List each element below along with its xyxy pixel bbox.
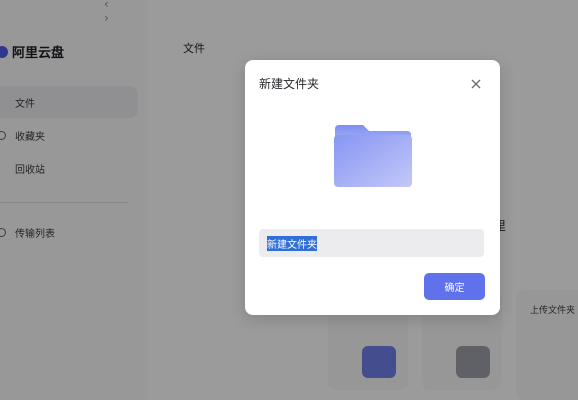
close-button[interactable]	[465, 73, 487, 95]
dialog-title: 新建文件夹	[259, 77, 320, 91]
folder-illustration-icon	[333, 123, 413, 193]
folder-name-input[interactable]	[259, 229, 484, 257]
confirm-button[interactable]: 确定	[424, 273, 485, 300]
new-folder-dialog: 新建文件夹 确定	[245, 60, 500, 315]
close-icon	[471, 79, 481, 89]
